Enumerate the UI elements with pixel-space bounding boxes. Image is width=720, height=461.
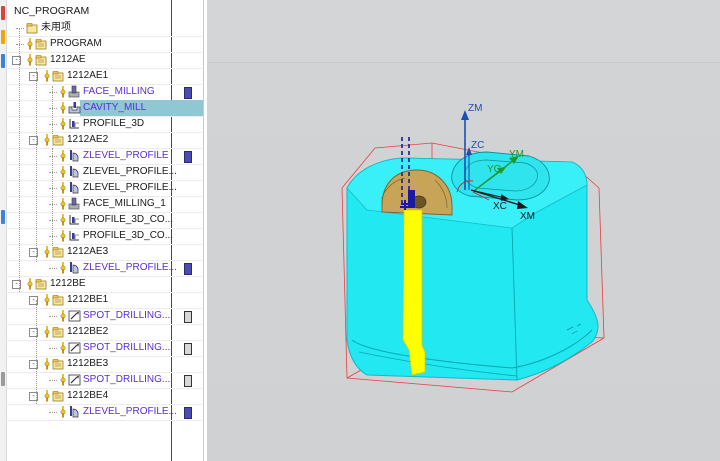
axis-label-zm: ZM <box>468 103 482 114</box>
tree-guide-line <box>52 86 53 134</box>
tree-item-label: 1212BE4 <box>67 390 109 401</box>
tree-connector <box>49 236 57 237</box>
operation-navigator: NC_PROGRAM 未用项 PROGRAM -1212AE -1212AE1 FACE… <box>0 0 204 461</box>
tree-item-label: FACE_MILLING_1 <box>83 198 166 209</box>
tree-guide-line <box>36 300 37 404</box>
graphics-viewport[interactable]: ZM ZC YC YM XC XM <box>207 0 720 461</box>
model-view[interactable]: ZM ZC YC YM XC XM <box>207 0 720 461</box>
tree-connector <box>16 28 24 29</box>
tree-item-label: SPOT_DRILLING... <box>83 310 171 321</box>
status-regenerate-icon <box>184 151 192 163</box>
tree-operation-row[interactable]: ZLEVEL_PROFILE... <box>6 404 202 421</box>
tree-item-label: CAVITY_MILL <box>83 102 147 113</box>
tree-connector <box>49 108 57 109</box>
axis-label-zc: ZC <box>471 140 484 151</box>
tree-connector <box>49 316 57 317</box>
tree-item-label: ZLEVEL_PROFILE <box>83 150 169 161</box>
tree-connector <box>49 204 57 205</box>
tree-item-label: ZLEVEL_PROFILE... <box>83 182 177 193</box>
tree-item-label: ZLEVEL_PROFILE... <box>83 166 177 177</box>
status-check-icon <box>184 311 192 323</box>
tree-item-label: 1212AE3 <box>67 246 109 257</box>
tree-program-row[interactable]: -1212BE <box>6 276 202 293</box>
tree-connector <box>49 380 57 381</box>
tree-item-label: ZLEVEL_PROFILE... <box>83 406 177 417</box>
tree-item-label: 1212AE2 <box>67 134 109 145</box>
tree-connector <box>49 172 57 173</box>
zlevel-profile-icon <box>68 405 81 423</box>
strip-marker-icon[interactable] <box>1 6 5 20</box>
status-check-icon <box>184 375 192 387</box>
axis-label-ym: YM <box>509 149 524 160</box>
tree-operation-row[interactable]: ZLEVEL_PROFILE... <box>6 260 202 277</box>
tree-connector <box>49 268 57 269</box>
tree-program-row[interactable]: PROGRAM <box>6 36 202 53</box>
tree-item-label: PROFILE_3D <box>83 118 145 129</box>
tree-root-label[interactable]: NC_PROGRAM <box>14 4 89 18</box>
strip-marker-icon[interactable] <box>1 30 5 44</box>
tree-item-label: PROFILE_3D_CO... <box>83 230 174 241</box>
tree-connector <box>49 92 57 93</box>
tree-guide-line <box>36 68 37 262</box>
tree-item-label: FACE_MILLING <box>83 86 155 97</box>
tree-connector <box>49 220 57 221</box>
axis-label-xm: XM <box>520 211 535 222</box>
tree-item-label: 1212BE2 <box>67 326 109 337</box>
status-regenerate-icon <box>184 407 192 419</box>
tree-guide-line <box>52 148 53 246</box>
wrench-status-icon <box>59 405 67 423</box>
tree-item-label: 1212BE1 <box>67 294 109 305</box>
tree-guide-line <box>19 28 20 292</box>
tree-item-label: 1212BE <box>50 278 86 289</box>
tree-program-row[interactable]: 未用项 <box>6 20 202 37</box>
status-regenerate-icon <box>184 87 192 99</box>
tree-connector <box>49 412 57 413</box>
status-check-icon <box>184 343 192 355</box>
tree-item-label: ZLEVEL_PROFILE... <box>83 262 177 273</box>
tree-connector <box>49 188 57 189</box>
tree-item-label: PROFILE_3D_CO... <box>83 214 174 225</box>
tree-item-label: 1212AE1 <box>67 70 109 81</box>
nx-cam-window: NC_PROGRAM 未用项 PROGRAM -1212AE -1212AE1 FACE… <box>0 0 720 461</box>
tree-item-label: 1212AE <box>50 54 86 65</box>
tree-item-label: 未用项 <box>41 22 71 33</box>
strip-marker-icon[interactable] <box>1 210 5 224</box>
axis-label-xc: XC <box>493 201 507 212</box>
strip-marker-icon[interactable] <box>1 372 5 386</box>
tree-program-row[interactable]: -1212AE <box>6 52 202 69</box>
tree-connector <box>49 124 57 125</box>
tree-item-label: PROGRAM <box>50 38 102 49</box>
tree-item-label: 1212BE3 <box>67 358 109 369</box>
workpiece-body[interactable] <box>346 151 599 381</box>
status-regenerate-icon <box>184 263 192 275</box>
tree-item-label: SPOT_DRILLING... <box>83 342 171 353</box>
tree-connector <box>49 348 57 349</box>
strip-marker-icon[interactable] <box>1 54 5 68</box>
axis-label-yc: YC <box>487 164 501 175</box>
tree-item-label: SPOT_DRILLING... <box>83 374 171 385</box>
tree-connector <box>16 44 24 45</box>
tree-connector <box>49 156 57 157</box>
